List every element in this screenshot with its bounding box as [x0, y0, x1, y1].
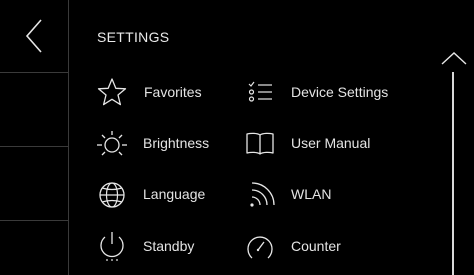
menu-item-user-manual[interactable]: User Manual: [244, 125, 384, 161]
wifi-icon: [250, 182, 275, 207]
chevron-left-icon: [25, 19, 42, 53]
menu-item-label: Brightness: [143, 135, 210, 151]
menu-item-label: Standby: [143, 238, 195, 254]
page-title: SETTINGS: [97, 29, 170, 45]
sun-icon: [97, 131, 127, 156]
back-button[interactable]: [0, 0, 68, 72]
menu-item-label: Device Settings: [291, 84, 389, 100]
star-icon: [97, 78, 127, 106]
globe-icon: [99, 182, 125, 208]
menu-item-counter[interactable]: Counter: [244, 228, 364, 264]
chevron-up-icon: [441, 52, 467, 65]
menu-item-language[interactable]: Language: [96, 176, 226, 212]
menu-item-device-settings[interactable]: Device Settings: [244, 74, 404, 110]
menu-item-label: Counter: [291, 238, 341, 254]
scroll-up-button[interactable]: [440, 48, 468, 70]
scrollbar[interactable]: [452, 72, 454, 275]
book-icon: [246, 132, 274, 155]
menu-item-label: Language: [143, 186, 206, 202]
rail-cell: [0, 146, 68, 221]
menu-item-standby[interactable]: Standby: [96, 228, 226, 264]
menu-item-label: WLAN: [291, 186, 332, 202]
menu-item-brightness[interactable]: Brightness: [96, 125, 226, 161]
menu-item-label: User Manual: [291, 135, 371, 151]
power-icon: [100, 232, 124, 261]
menu-item-favorites[interactable]: Favorites: [96, 74, 226, 110]
checklist-icon: [248, 81, 272, 102]
menu-item-label: Favorites: [144, 84, 202, 100]
menu-item-wlan[interactable]: WLAN: [244, 176, 344, 212]
rail-cell: [0, 220, 68, 275]
gauge-icon: [247, 236, 273, 259]
rail-cell: [0, 72, 68, 147]
